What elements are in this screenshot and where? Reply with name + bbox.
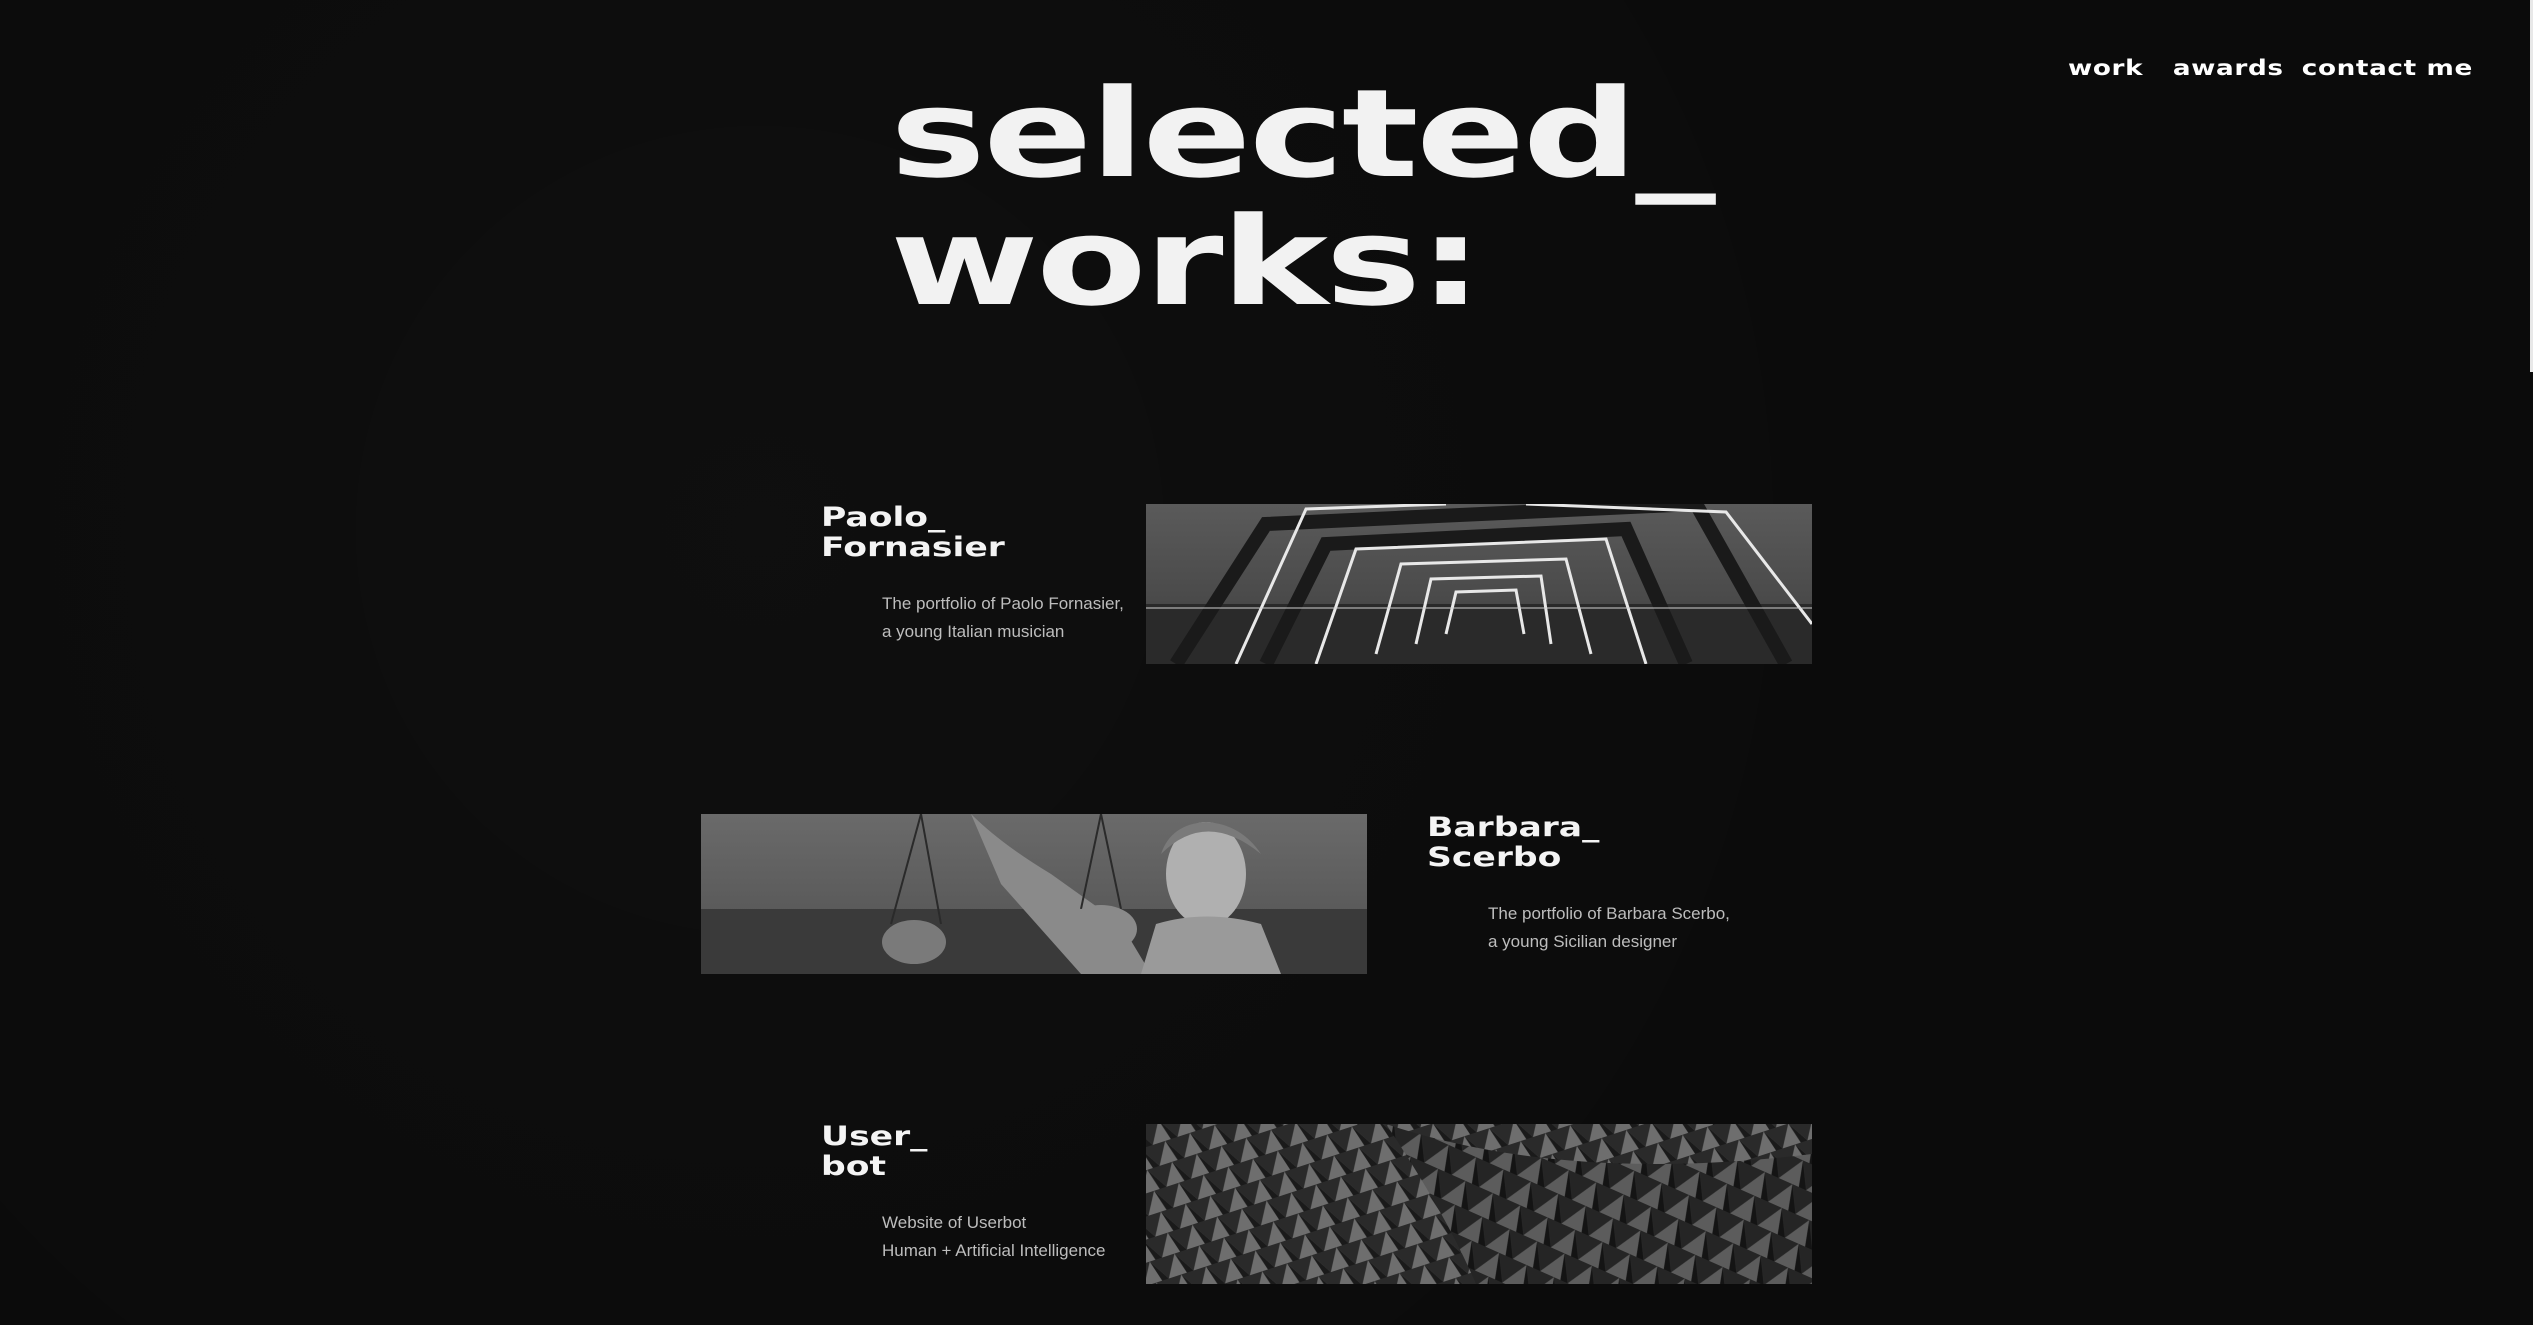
project-thumbnail[interactable]	[1146, 1124, 1812, 1284]
project-title-line2: Scerbo	[1427, 842, 1562, 873]
project-title[interactable]: Paolo_ Fornasier	[821, 503, 1005, 563]
lady-justice-image	[701, 814, 1367, 974]
project-title[interactable]: Barbara_ Scerbo	[1427, 813, 1599, 873]
project-title-line1: Barbara_	[1427, 812, 1600, 843]
geometric-pattern-image	[1146, 1124, 1812, 1284]
project-title-line1: User_	[821, 1121, 928, 1152]
top-nav: work awards contact me	[2068, 56, 2473, 80]
project-thumbnail[interactable]	[1146, 504, 1812, 664]
project-title-line2: bot	[821, 1151, 887, 1182]
project-description-line1: The portfolio of Paolo Fornasier,	[882, 594, 1124, 613]
project-description-line2: a young Italian musician	[882, 622, 1065, 641]
project-description: The portfolio of Paolo Fornasier, a youn…	[882, 590, 1124, 646]
project-description-line2: Human + Artificial Intelligence	[882, 1241, 1106, 1260]
project-description: The portfolio of Barbara Scerbo, a young…	[1488, 900, 1730, 956]
project-description-line1: Website of Userbot	[882, 1213, 1027, 1232]
nav-awards-link[interactable]: awards	[2173, 56, 2284, 80]
project-title-line1: Paolo_	[821, 502, 946, 533]
page-title-line2: works:	[890, 191, 1483, 333]
light-tunnel-image	[1146, 504, 1812, 664]
project-description-line1: The portfolio of Barbara Scerbo,	[1488, 904, 1730, 923]
page-title: selected_ works:	[890, 63, 1716, 333]
project-title[interactable]: User_ bot	[821, 1122, 927, 1182]
page-title-line1: selected_	[890, 63, 1716, 205]
project-thumbnail[interactable]	[701, 814, 1367, 974]
nav-contact-link[interactable]: contact me	[2302, 56, 2473, 80]
project-description: Website of Userbot Human + Artificial In…	[882, 1209, 1105, 1265]
project-description-line2: a young Sicilian designer	[1488, 932, 1678, 951]
nav-work-link[interactable]: work	[2068, 56, 2143, 80]
project-title-line2: Fornasier	[821, 532, 1005, 563]
